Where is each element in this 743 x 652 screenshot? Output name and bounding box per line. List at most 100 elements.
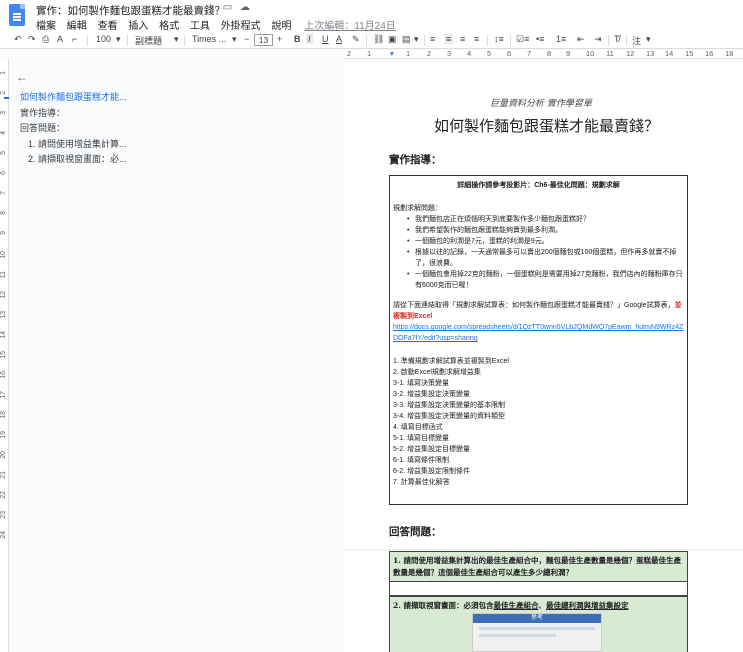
style-select[interactable]: 副標題	[135, 34, 162, 47]
menu-file[interactable]: 檔案	[36, 21, 56, 32]
docs-logo-icon[interactable]	[9, 4, 25, 26]
ruler-tick: 11	[0, 271, 7, 279]
redo-icon[interactable]: ↷	[28, 34, 36, 45]
instruction-main: 請從下面連結取得「規劃求解試算表：如何製作麵包跟蛋糕才能最賣錢？」Google試…	[393, 302, 675, 309]
step-item: 4. 填寫目標函式	[393, 424, 443, 431]
align-left-icon[interactable]: ≡	[430, 34, 435, 44]
list-item: 根據以往的記錄，一天通常最多可以賣出200個麵包或100個蛋糕，但作再多就賣不掉…	[407, 247, 684, 269]
thumbnail-row	[479, 627, 595, 630]
question-2-text: 2. 請擷取視窗畫面：必須包含	[393, 601, 494, 610]
align-right-icon[interactable]: ≡	[460, 34, 465, 44]
ruler-tick: 17	[0, 391, 7, 399]
step-item: 5-2. 增益集設定目標變量	[393, 446, 471, 453]
ruler-tick: 16	[705, 50, 714, 58]
print-icon[interactable]: ⎙	[42, 34, 49, 45]
ruler-tick: 14	[665, 50, 674, 58]
last-edit-link[interactable]: 上次編輯：11月24日	[304, 21, 396, 32]
ruler-tick: 2	[427, 50, 432, 58]
line-spacing-icon[interactable]: ↕≡	[494, 34, 504, 44]
section-heading-questions: 回答問題：	[389, 526, 442, 538]
spreadsheet-link[interactable]: https://docs.google.com/spreadsheets/d/1…	[393, 322, 684, 344]
menu-insert[interactable]: 插入	[128, 21, 148, 32]
increase-indent-icon[interactable]: ⇥	[594, 34, 602, 45]
ruler-tick: 15	[685, 50, 694, 58]
ruler-tick: 6	[507, 50, 512, 58]
ruler-tick: 10	[586, 50, 595, 58]
cloud-icon[interactable]: ☁	[240, 2, 250, 13]
answer-1-cell[interactable]	[389, 582, 688, 596]
vertical-ruler[interactable]: 1 2 3 4 5 6 7 8 9 10 11 12 13 14 15 16 1…	[0, 59, 9, 652]
menu-addons[interactable]: 外掛程式	[221, 21, 261, 32]
chevron-down-icon: ▾	[116, 34, 121, 44]
ruler-tick: 9	[566, 50, 571, 58]
horizontal-ruler[interactable]: 2 1 ▾ 1 2 3 4 5 6 7 8 9 10 11 12 13 14 1…	[343, 50, 743, 59]
ruler-tick: 8	[547, 50, 552, 58]
ruler-tick: 14	[0, 331, 7, 339]
increase-font-button[interactable]: +	[277, 34, 282, 44]
outline-item-guide[interactable]: 實作指導：	[10, 106, 330, 122]
image-icon[interactable]: ▤	[402, 34, 411, 45]
highlight-icon[interactable]: ✎	[352, 34, 360, 45]
align-justify-icon[interactable]: ≡	[474, 34, 479, 44]
back-arrow-icon[interactable]: ←	[16, 70, 330, 84]
ruler-tick: 3	[0, 111, 7, 115]
step-item: 2. 啟動Excel規劃求解增益集	[393, 369, 481, 376]
link-icon[interactable]: ⛓	[373, 34, 384, 45]
ruler-tick: 22	[0, 491, 7, 499]
outline-item-q2[interactable]: 2. 請擷取視窗畫面：必...	[10, 152, 330, 168]
text-color-button[interactable]: A	[336, 34, 342, 44]
star-icon[interactable]: ☆	[206, 2, 215, 13]
undo-icon[interactable]: ↶	[14, 34, 22, 45]
outline-item-q1[interactable]: 1. 請問使用增益集計算...	[10, 137, 330, 153]
comment-icon[interactable]: ▣	[388, 34, 397, 45]
decrease-indent-icon[interactable]: ⇤	[577, 34, 585, 45]
step-item: 3-2. 增益集設定決策變量	[393, 391, 471, 398]
ruler-tick: 12	[626, 50, 635, 58]
menu-tools[interactable]: 工具	[190, 21, 210, 32]
list-item: 我們麵包店正在煩惱明天到底要製作多少麵包跟蛋糕好？	[407, 214, 684, 225]
ruler-tick: 9	[0, 231, 7, 235]
problem-label: 規劃求解問題：	[393, 205, 442, 212]
paint-format-icon[interactable]: ⌐	[72, 34, 77, 44]
screenshot-thumbnail[interactable]: 參考	[472, 613, 602, 652]
ruler-tick: 7	[527, 50, 532, 58]
section-heading-guide: 實作指導：	[389, 154, 442, 166]
menu-edit[interactable]: 編輯	[67, 21, 87, 32]
ruler-tick: 11	[606, 50, 614, 58]
checklist-icon[interactable]: ☑≡	[516, 34, 529, 45]
numbered-list-icon[interactable]: 1≡	[556, 34, 566, 44]
folder-icon[interactable]: ▭	[223, 2, 232, 13]
document-outline: ← 如何製作麵包跟蛋糕才能... 實作指導： 回答問題： 1. 請問使用增益集計…	[4, 70, 330, 168]
ruler-tick: 23	[0, 511, 7, 519]
menu-help[interactable]: 說明	[271, 21, 291, 32]
ruler-tick: 8	[0, 211, 7, 215]
document-title[interactable]: 實作：如何製作麵包跟蛋糕才能最賣錢？	[36, 3, 225, 18]
menu-format[interactable]: 格式	[159, 21, 179, 32]
outline-item-questions[interactable]: 回答問題：	[10, 121, 330, 137]
ruler-tick: 13	[646, 50, 655, 58]
decrease-font-button[interactable]: −	[244, 34, 249, 44]
ruler-tick: 18	[725, 50, 734, 58]
menu-view[interactable]: 查看	[98, 21, 118, 32]
indent-marker-icon[interactable]: ▾	[390, 50, 394, 58]
thumbnail-row	[479, 634, 556, 637]
clear-formatting-icon[interactable]: T̸	[614, 34, 620, 44]
align-center-icon[interactable]: ≡	[444, 34, 454, 44]
font-select[interactable]: Times ...	[192, 34, 226, 44]
editing-mode-select[interactable]: 注	[632, 34, 641, 47]
step-item: 1. 準備規劃求解試算表並複製到Excel	[393, 358, 509, 365]
spellcheck-icon[interactable]: A	[57, 34, 63, 44]
bold-button[interactable]: B	[294, 34, 301, 44]
ruler-tick: 18	[0, 411, 7, 419]
ruler-tick: 12	[0, 291, 7, 299]
ruler-tick: 1	[367, 50, 372, 58]
italic-button[interactable]: I	[306, 34, 313, 44]
list-item: 一個麵包的利潤是7元，蛋糕的利潤是9元。	[407, 236, 684, 247]
underline-button[interactable]: U	[322, 34, 329, 44]
font-size-input[interactable]: 13	[254, 34, 273, 46]
bulleted-list-icon[interactable]: •≡	[536, 34, 544, 44]
step-item: 3-4. 增益集設定決策變量的資料類型	[393, 413, 506, 420]
outline-item-title[interactable]: 如何製作麵包跟蛋糕才能...	[4, 90, 330, 106]
zoom-select[interactable]: 100	[96, 34, 111, 44]
toolbar: ↶ ↷ ⎙ A ⌐ 100 ▾ 副標題 ▾ Times ... ▾ − 13 +…	[0, 32, 743, 49]
